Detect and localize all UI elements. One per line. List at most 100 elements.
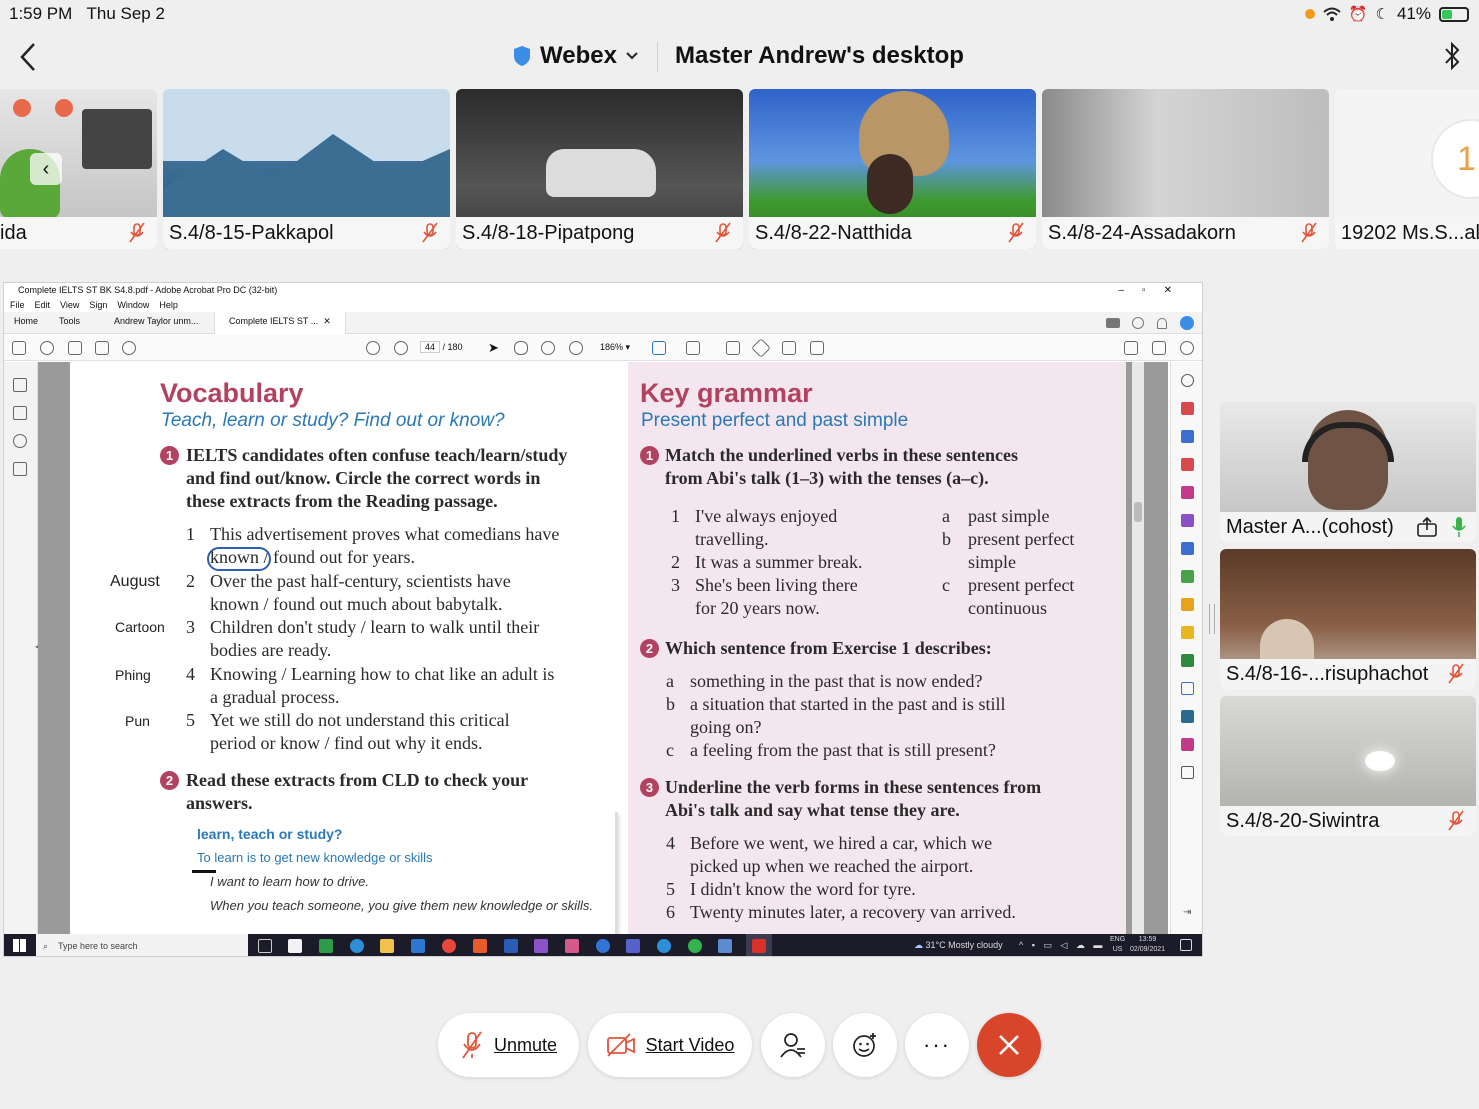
sign-icon[interactable] — [1124, 341, 1138, 355]
help-icon[interactable] — [1132, 317, 1144, 329]
draw-icon[interactable] — [782, 341, 796, 355]
taskbar-clock[interactable]: 13:59 02/09/2021 — [1130, 935, 1165, 955]
edit-pdf-icon[interactable] — [1181, 514, 1194, 527]
zoom-in-icon[interactable] — [569, 341, 583, 355]
layers-icon[interactable] — [13, 462, 27, 476]
word-icon[interactable] — [504, 939, 518, 953]
attachment-icon[interactable] — [13, 434, 27, 448]
save-icon[interactable] — [12, 341, 26, 355]
webex-app-icon[interactable] — [596, 939, 610, 953]
combine-icon[interactable] — [1181, 430, 1194, 443]
comment-tool-icon[interactable] — [726, 341, 740, 355]
window-controls[interactable]: –▫✕ — [1119, 283, 1191, 298]
edge-dev-icon[interactable] — [657, 939, 671, 953]
note-icon[interactable] — [1181, 626, 1194, 639]
more-options-button[interactable]: ··· — [905, 1013, 969, 1077]
input-language[interactable]: ENG US — [1110, 935, 1125, 955]
share-user-icon[interactable] — [1180, 341, 1194, 355]
bookmark-icon[interactable] — [13, 406, 27, 420]
export-icon[interactable] — [1181, 486, 1194, 499]
fill-sign-icon[interactable] — [1181, 738, 1194, 751]
collapse-right-icon[interactable]: ⇥ — [1183, 907, 1191, 918]
edge-icon[interactable] — [350, 939, 364, 953]
tab-tools[interactable]: Tools — [59, 316, 80, 326]
pages-icon[interactable] — [13, 378, 27, 392]
scroll-mode-icon[interactable] — [686, 341, 700, 355]
highlight-pen-icon[interactable] — [751, 338, 771, 358]
menu-window[interactable]: Window — [117, 298, 149, 312]
comment-panel-icon[interactable] — [1181, 598, 1194, 611]
app-icon[interactable] — [319, 939, 333, 953]
participant-tile[interactable]: S.4/8-22-Natthida — [749, 89, 1036, 249]
tab-document[interactable]: Andrew Taylor unm... — [114, 316, 198, 326]
app-icon[interactable] — [718, 939, 732, 953]
menu-help[interactable]: Help — [159, 298, 178, 312]
email-icon[interactable] — [1152, 341, 1166, 355]
resize-handle[interactable] — [1209, 604, 1215, 634]
teams-icon[interactable] — [626, 939, 640, 953]
taskbar-search[interactable]: ⌕ Type here to search — [36, 934, 248, 956]
participant-tile[interactable]: ‹ ida — [0, 89, 157, 249]
reactions-button[interactable] — [833, 1013, 897, 1077]
task-view-icon[interactable] — [258, 939, 272, 953]
participant-tile[interactable]: 1 19202 Ms.S...al — [1335, 89, 1479, 249]
excel-icon[interactable] — [1181, 570, 1194, 583]
upload-icon[interactable] — [68, 341, 82, 355]
notifications-icon[interactable] — [1180, 939, 1192, 951]
weather-widget[interactable]: ☁ 31°C Mostly cloudy — [914, 940, 1003, 951]
account-icon[interactable] — [1180, 316, 1194, 330]
video-tile[interactable]: S.4/8-20-Siwintra — [1220, 696, 1476, 836]
save-as-icon[interactable] — [1181, 710, 1194, 723]
bell-icon[interactable] — [1157, 318, 1167, 329]
zoom-tool-icon[interactable] — [1181, 374, 1194, 387]
zoom-level[interactable]: 186% ▾ — [600, 342, 630, 353]
scrollbar-thumb[interactable] — [1134, 502, 1142, 522]
fit-page-icon[interactable] — [652, 341, 666, 355]
app-icon[interactable] — [534, 939, 548, 953]
pdf-scrollbar[interactable] — [1132, 362, 1144, 934]
shared-screen[interactable]: Complete IELTS ST BK S4.8.pdf - Adobe Ac… — [3, 282, 1203, 957]
strip-prev-chevron-icon[interactable]: ‹ — [30, 153, 62, 185]
stamp-icon[interactable] — [810, 341, 824, 355]
menu-sign[interactable]: Sign — [89, 298, 107, 312]
hand-tool-icon[interactable] — [514, 341, 528, 355]
scan-icon[interactable] — [1181, 542, 1194, 555]
participant-tile[interactable]: S.4/8-24-Assadakorn — [1042, 89, 1329, 249]
participant-tile[interactable]: S.4/8-18-Pipatpong — [456, 89, 743, 249]
tab-document-active[interactable]: Complete IELTS ST ... ✕ — [214, 312, 346, 334]
start-video-button[interactable]: Start Video — [588, 1013, 752, 1077]
organize-icon[interactable] — [1181, 458, 1194, 471]
tray-icons[interactable]: ^ ▪ ▭ ◁ ☁ ▬ — [1019, 940, 1105, 951]
share-icon[interactable] — [1416, 517, 1438, 537]
file-explorer-icon[interactable] — [380, 939, 394, 953]
page-up-icon[interactable] — [366, 341, 380, 355]
webex-menu[interactable]: Webex — [512, 42, 639, 70]
print-icon[interactable] — [95, 341, 109, 355]
line-icon[interactable] — [688, 939, 702, 953]
select-cursor-icon[interactable]: ➤ — [488, 340, 499, 356]
protect-icon[interactable] — [1181, 682, 1194, 695]
search-icon[interactable] — [122, 341, 136, 355]
windows-start-icon[interactable] — [13, 939, 26, 952]
video-tile-host[interactable]: Master A...(cohost) — [1220, 402, 1476, 542]
create-pdf-icon[interactable] — [1181, 402, 1194, 415]
page-indicator[interactable]: 44 / 180 — [420, 341, 463, 353]
app-icon[interactable] — [565, 939, 579, 953]
participants-button[interactable] — [761, 1013, 825, 1077]
unmute-button[interactable]: Unmute — [438, 1013, 579, 1077]
comment-icon[interactable] — [1106, 318, 1120, 328]
menu-view[interactable]: View — [60, 298, 79, 312]
print-production-icon[interactable] — [1181, 654, 1194, 667]
page-down-icon[interactable] — [394, 341, 408, 355]
store-icon[interactable] — [288, 939, 302, 953]
menu-file[interactable]: File — [10, 298, 25, 312]
mail-icon[interactable] — [411, 939, 425, 953]
back-chevron-icon[interactable] — [14, 40, 44, 74]
more-tools-icon[interactable] — [1181, 766, 1194, 779]
video-tile[interactable]: S.4/8-16-...risuphachot — [1220, 549, 1476, 689]
star-icon[interactable] — [40, 341, 54, 355]
tab-home[interactable]: Home — [14, 316, 38, 326]
end-call-button[interactable] — [977, 1013, 1041, 1077]
menu-edit[interactable]: Edit — [35, 298, 51, 312]
office-icon[interactable] — [473, 939, 487, 953]
